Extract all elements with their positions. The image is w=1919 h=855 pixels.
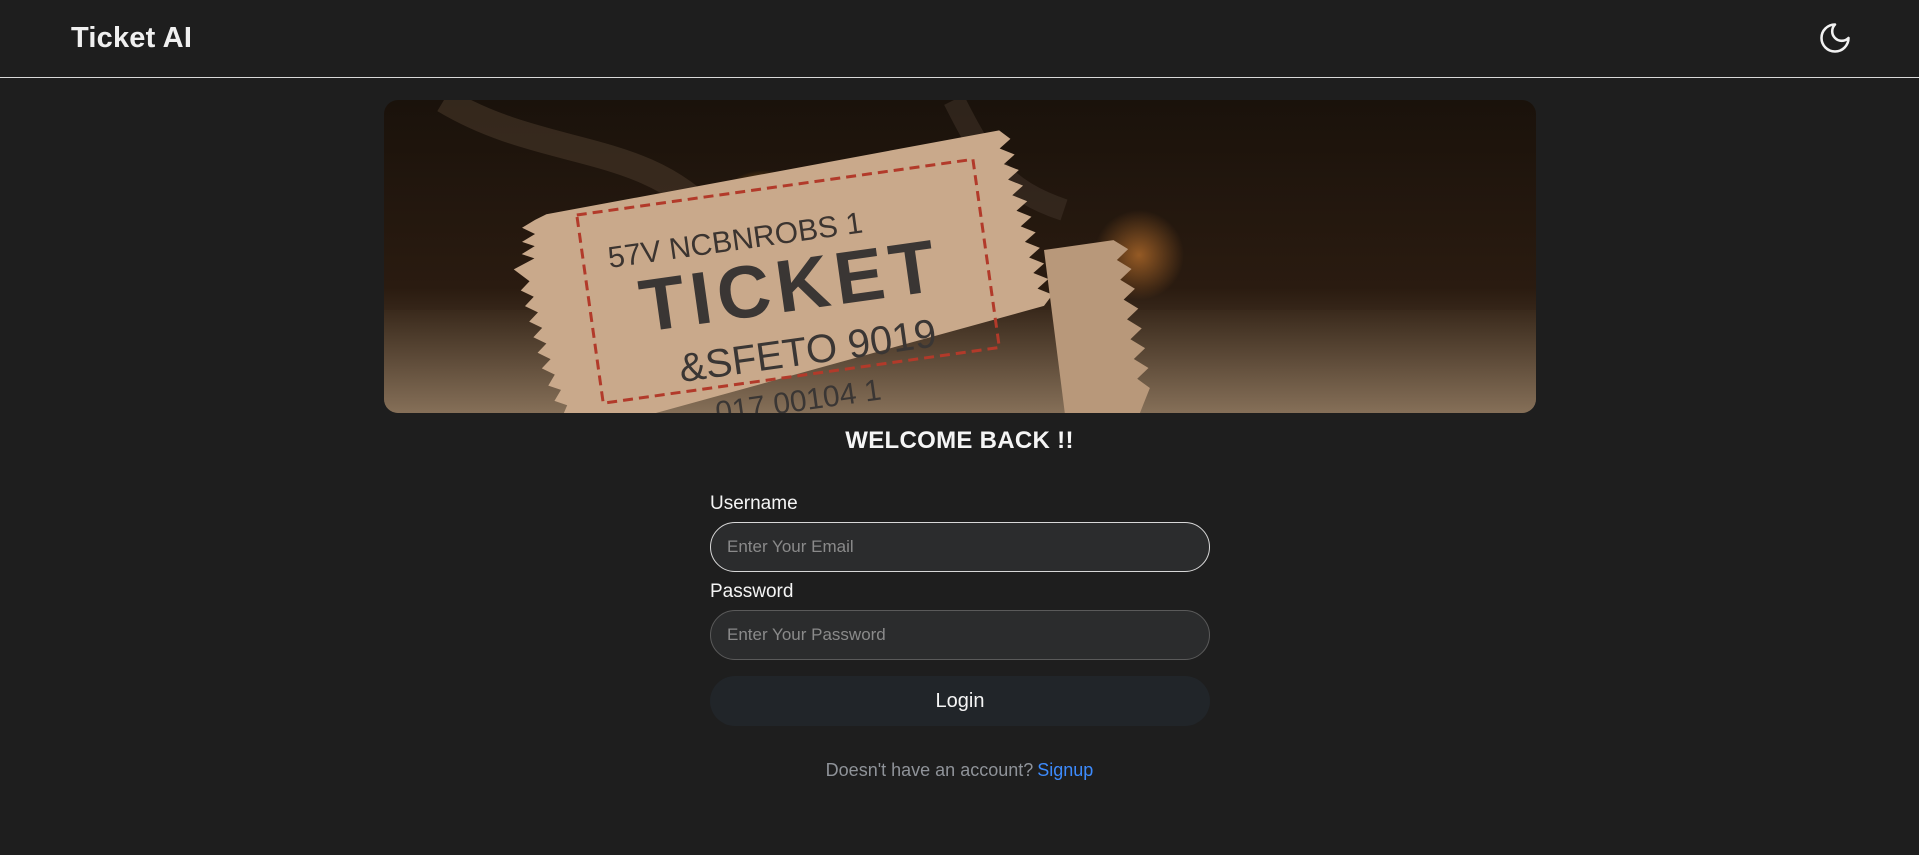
signup-prompt-row: Doesn't have an account? Signup <box>0 760 1919 781</box>
username-input[interactable] <box>710 522 1210 572</box>
welcome-heading: WELCOME BACK !! <box>845 427 1074 454</box>
password-label: Password <box>710 581 794 602</box>
login-button[interactable]: Login <box>710 676 1210 726</box>
password-input[interactable] <box>710 610 1210 660</box>
moon-icon <box>1817 20 1853 61</box>
theme-toggle-button[interactable] <box>1815 20 1855 60</box>
hero-image: 57V NCBNROBS 1 TICKET &SFETO 9019 017 00… <box>384 100 1536 413</box>
signup-prompt: Doesn't have an account? <box>825 760 1034 780</box>
brand-title[interactable]: Ticket AI <box>71 22 192 55</box>
signup-link[interactable]: Signup <box>1037 760 1093 780</box>
navbar: Ticket AI <box>0 0 1919 78</box>
login-form: Username Password Login <box>710 492 1210 726</box>
username-label: Username <box>710 493 798 514</box>
